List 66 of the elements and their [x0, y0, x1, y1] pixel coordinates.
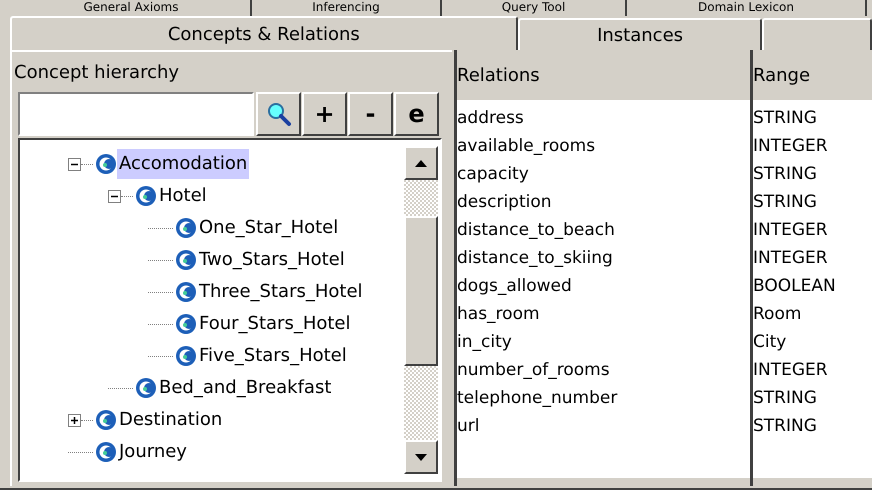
tree-item[interactable]: Three_Stars_Hotel	[197, 277, 365, 307]
scrollbar[interactable]	[404, 146, 438, 474]
table-cell-text: INTEGER	[753, 135, 829, 158]
table-cell-text: INTEGER	[753, 359, 829, 382]
scroll-down-button[interactable]	[404, 440, 438, 474]
table-cell-text: capacity	[457, 163, 530, 186]
table-cell-text: distance_to_beach	[457, 219, 616, 242]
collapse-icon[interactable]	[68, 158, 81, 170]
table-cell-text: has_room	[457, 303, 541, 326]
tree-item[interactable]: Five_Stars_Hotel	[197, 341, 349, 371]
table-cell-text: description	[457, 191, 553, 214]
toolbar-button[interactable]: +	[302, 92, 347, 136]
tree-item[interactable]: Hotel	[157, 181, 209, 211]
table-cell-text: distance_to_skiing	[457, 247, 614, 270]
concept-icon	[135, 185, 157, 207]
table-cell-text: dogs_allowed	[457, 275, 573, 298]
table-cell-text: City	[753, 331, 788, 354]
tree-item[interactable]: Two_Stars_Hotel	[197, 245, 347, 275]
tree-item[interactable]: Accomodation	[117, 149, 250, 179]
down-arrow-icon	[415, 454, 427, 460]
tab[interactable]: Concepts & Relations	[10, 16, 518, 50]
concept-icon	[175, 281, 197, 303]
search-button[interactable]	[256, 92, 301, 136]
table-cell-text: STRING	[753, 415, 818, 438]
table-cell-text: STRING	[753, 107, 818, 130]
search-field[interactable]	[18, 92, 254, 136]
up-arrow-icon	[415, 160, 427, 166]
table-cell-text: url	[457, 415, 480, 438]
concept-icon	[95, 153, 117, 175]
table-cell-text: BOOLEAN	[753, 275, 837, 298]
concept-icon	[95, 409, 117, 431]
tree-item[interactable]: Bed_and_Breakfast	[157, 373, 334, 403]
concept-icon	[175, 313, 197, 335]
tab[interactable]: Domain Lexicon	[698, 0, 794, 16]
table-cell-text: Room	[753, 303, 802, 326]
table-cell-text: INTEGER	[753, 247, 829, 270]
table-cell-text: number_of_rooms	[457, 359, 611, 382]
tree-item[interactable]: Destination	[117, 405, 224, 435]
scroll-up-button[interactable]	[404, 146, 438, 180]
tree-item[interactable]: Four_Stars_Hotel	[197, 309, 353, 339]
table-cell-text: INTEGER	[753, 219, 829, 242]
table-cell-text: available_rooms	[457, 135, 596, 158]
tab[interactable]: Instances	[518, 18, 762, 50]
concept-icon	[175, 217, 197, 239]
tab[interactable]: Query Tool	[502, 0, 566, 16]
concept-icon	[95, 441, 117, 463]
table-cell-text: STRING	[753, 163, 818, 186]
concept-icon	[175, 345, 197, 367]
tree-item[interactable]: Journey	[117, 437, 189, 467]
search-icon	[266, 101, 292, 127]
toolbar-button[interactable]: -	[348, 92, 393, 136]
table-cell-text: STRING	[753, 387, 818, 410]
table-cell-text: in_city	[457, 331, 513, 354]
collapse-icon[interactable]	[108, 190, 121, 202]
tree-item[interactable]: One_Star_Hotel	[197, 213, 340, 243]
concept-icon	[175, 249, 197, 271]
expand-icon[interactable]	[68, 414, 81, 426]
tab[interactable]: General Axioms	[83, 0, 179, 16]
table-cell-text: STRING	[753, 191, 818, 214]
table-cell-text: telephone_number	[457, 387, 618, 410]
concept-icon	[135, 377, 157, 399]
scroll-thumb[interactable]	[404, 216, 438, 366]
tab[interactable]: Inferencing	[312, 0, 380, 16]
panel-title: Concept hierarchy	[14, 60, 180, 84]
toolbar-button[interactable]: e	[394, 92, 439, 136]
table-cell-text: address	[457, 107, 525, 130]
